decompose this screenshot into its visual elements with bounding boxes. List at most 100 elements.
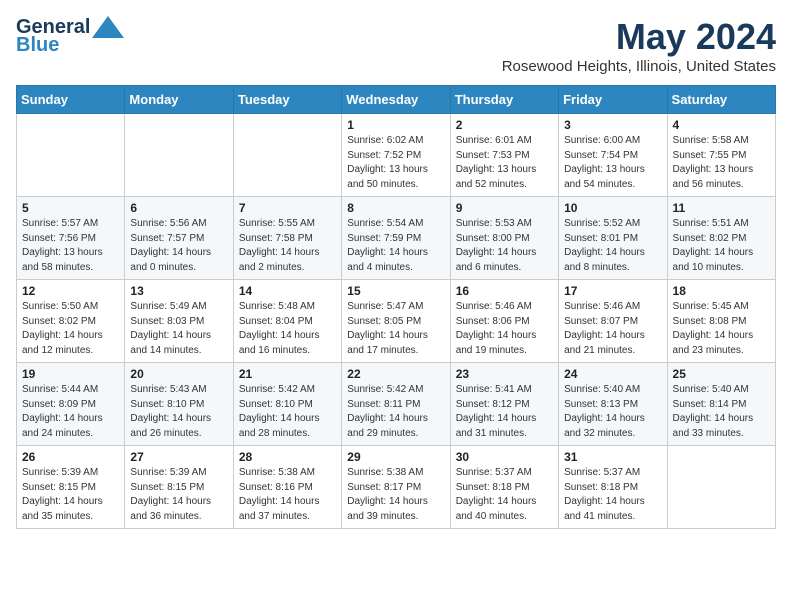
day-number: 8 xyxy=(347,201,444,215)
calendar-cell: 18Sunrise: 5:45 AMSunset: 8:08 PMDayligh… xyxy=(667,280,775,363)
calendar-week-row: 1Sunrise: 6:02 AMSunset: 7:52 PMDaylight… xyxy=(17,114,776,197)
calendar-cell: 15Sunrise: 5:47 AMSunset: 8:05 PMDayligh… xyxy=(342,280,450,363)
day-detail: Sunrise: 5:42 AMSunset: 8:11 PMDaylight:… xyxy=(347,383,444,441)
day-detail: Sunrise: 5:56 AMSunset: 7:57 PMDaylight:… xyxy=(130,217,227,275)
day-number: 22 xyxy=(347,367,444,381)
day-number: 17 xyxy=(564,284,661,298)
day-number: 11 xyxy=(673,201,770,215)
day-number: 26 xyxy=(22,450,119,464)
calendar-cell: 21 Sunrise: 5:42 AMSunset: 8:10 PMDayligh… xyxy=(233,363,341,446)
calendar-week-row: 5 Sunrise: 5:57 AMSunset: 7:56 PMDaylight… xyxy=(17,197,776,280)
day-number: 7 xyxy=(239,201,336,215)
page-subtitle: Rosewood Heights, Illinois, United State… xyxy=(502,58,776,75)
calendar-cell: 16 Sunrise: 5:46 AMSunset: 8:06 PMDayligh… xyxy=(450,280,558,363)
day-number: 2 xyxy=(456,118,553,132)
page-header: General Blue May 2024 Rosewood Heights, … xyxy=(16,16,776,75)
logo-blue: Blue xyxy=(16,34,59,57)
calendar-header-row: SundayMondayTuesdayWednesdayThursdayFrid… xyxy=(17,86,776,114)
calendar-header-saturday: Saturday xyxy=(667,86,775,114)
calendar-cell xyxy=(125,114,233,197)
calendar-cell: 23 Sunrise: 5:41 AMSunset: 8:12 PMDayligh… xyxy=(450,363,558,446)
day-number: 4 xyxy=(673,118,770,132)
day-detail: Sunrise: 5:58 AMSunset: 7:55 PMDaylight:… xyxy=(673,134,770,192)
day-detail: Sunrise: 5:39 AMSunset: 8:15 PMDaylight:… xyxy=(130,466,227,524)
day-number: 27 xyxy=(130,450,227,464)
day-detail: Sunrise: 5:41 AMSunset: 8:12 PMDaylight:… xyxy=(456,383,553,441)
day-number: 16 xyxy=(456,284,553,298)
day-detail: Sunrise: 5:38 AMSunset: 8:16 PMDaylight:… xyxy=(239,466,336,524)
calendar-cell: 4 Sunrise: 5:58 AMSunset: 7:55 PMDaylight… xyxy=(667,114,775,197)
calendar-cell: 24Sunrise: 5:40 AMSunset: 8:13 PMDayligh… xyxy=(559,363,667,446)
day-number: 25 xyxy=(673,367,770,381)
calendar-cell: 17 Sunrise: 5:46 AMSunset: 8:07 PMDayligh… xyxy=(559,280,667,363)
calendar-header-friday: Friday xyxy=(559,86,667,114)
day-number: 13 xyxy=(130,284,227,298)
calendar-cell: 27 Sunrise: 5:39 AMSunset: 8:15 PMDayligh… xyxy=(125,446,233,529)
calendar-cell: 13 Sunrise: 5:49 AMSunset: 8:03 PMDayligh… xyxy=(125,280,233,363)
day-detail: Sunrise: 5:40 AMSunset: 8:14 PMDaylight:… xyxy=(673,383,770,441)
calendar-cell: 20Sunrise: 5:43 AMSunset: 8:10 PMDayligh… xyxy=(125,363,233,446)
calendar-cell: 9 Sunrise: 5:53 AMSunset: 8:00 PMDaylight… xyxy=(450,197,558,280)
day-detail: Sunrise: 5:49 AMSunset: 8:03 PMDaylight:… xyxy=(130,300,227,358)
day-number: 30 xyxy=(456,450,553,464)
calendar-cell: 29 Sunrise: 5:38 AMSunset: 8:17 PMDayligh… xyxy=(342,446,450,529)
calendar-cell: 31Sunrise: 5:37 AMSunset: 8:18 PMDayligh… xyxy=(559,446,667,529)
calendar-week-row: 19 Sunrise: 5:44 AMSunset: 8:09 PMDayligh… xyxy=(17,363,776,446)
day-number: 21 xyxy=(239,367,336,381)
calendar-cell: 25 Sunrise: 5:40 AMSunset: 8:14 PMDayligh… xyxy=(667,363,775,446)
calendar-cell: 2Sunrise: 6:01 AMSunset: 7:53 PMDaylight… xyxy=(450,114,558,197)
day-detail: Sunrise: 5:37 AMSunset: 8:18 PMDaylight:… xyxy=(564,466,661,524)
page-title: May 2024 xyxy=(502,16,776,58)
day-detail: Sunrise: 5:44 AMSunset: 8:09 PMDaylight:… xyxy=(22,383,119,441)
day-number: 9 xyxy=(456,201,553,215)
day-detail: Sunrise: 5:50 AMSunset: 8:02 PMDaylight:… xyxy=(22,300,119,358)
calendar-cell: 11 Sunrise: 5:51 AMSunset: 8:02 PMDayligh… xyxy=(667,197,775,280)
day-detail: Sunrise: 5:57 AMSunset: 7:56 PMDaylight:… xyxy=(22,217,119,275)
day-detail: Sunrise: 5:53 AMSunset: 8:00 PMDaylight:… xyxy=(456,217,553,275)
calendar-cell: 1Sunrise: 6:02 AMSunset: 7:52 PMDaylight… xyxy=(342,114,450,197)
calendar-cell: 22 Sunrise: 5:42 AMSunset: 8:11 PMDayligh… xyxy=(342,363,450,446)
day-number: 14 xyxy=(239,284,336,298)
day-detail: Sunrise: 5:42 AMSunset: 8:10 PMDaylight:… xyxy=(239,383,336,441)
day-number: 29 xyxy=(347,450,444,464)
calendar-cell: 12Sunrise: 5:50 AMSunset: 8:02 PMDayligh… xyxy=(17,280,125,363)
day-detail: Sunrise: 5:48 AMSunset: 8:04 PMDaylight:… xyxy=(239,300,336,358)
day-detail: Sunrise: 6:00 AMSunset: 7:54 PMDaylight:… xyxy=(564,134,661,192)
calendar-cell xyxy=(233,114,341,197)
title-area: May 2024 Rosewood Heights, Illinois, Uni… xyxy=(502,16,776,75)
calendar-cell: 28Sunrise: 5:38 AMSunset: 8:16 PMDayligh… xyxy=(233,446,341,529)
calendar-header-monday: Monday xyxy=(125,86,233,114)
day-detail: Sunrise: 5:46 AMSunset: 8:06 PMDaylight:… xyxy=(456,300,553,358)
calendar-cell xyxy=(17,114,125,197)
calendar-header-wednesday: Wednesday xyxy=(342,86,450,114)
calendar-cell: 7 Sunrise: 5:55 AMSunset: 7:58 PMDaylight… xyxy=(233,197,341,280)
day-number: 10 xyxy=(564,201,661,215)
calendar-cell: 6 Sunrise: 5:56 AMSunset: 7:57 PMDaylight… xyxy=(125,197,233,280)
day-number: 24 xyxy=(564,367,661,381)
logo: General Blue xyxy=(16,16,124,57)
calendar-cell: 30Sunrise: 5:37 AMSunset: 8:18 PMDayligh… xyxy=(450,446,558,529)
day-number: 5 xyxy=(22,201,119,215)
day-number: 20 xyxy=(130,367,227,381)
calendar-header-thursday: Thursday xyxy=(450,86,558,114)
calendar-week-row: 12Sunrise: 5:50 AMSunset: 8:02 PMDayligh… xyxy=(17,280,776,363)
logo-icon xyxy=(92,16,124,38)
day-number: 18 xyxy=(673,284,770,298)
calendar-cell: 8 Sunrise: 5:54 AMSunset: 7:59 PMDaylight… xyxy=(342,197,450,280)
calendar-cell xyxy=(667,446,775,529)
day-detail: Sunrise: 5:46 AMSunset: 8:07 PMDaylight:… xyxy=(564,300,661,358)
calendar-cell: 10 Sunrise: 5:52 AMSunset: 8:01 PMDayligh… xyxy=(559,197,667,280)
calendar-cell: 19 Sunrise: 5:44 AMSunset: 8:09 PMDayligh… xyxy=(17,363,125,446)
day-detail: Sunrise: 5:55 AMSunset: 7:58 PMDaylight:… xyxy=(239,217,336,275)
day-number: 23 xyxy=(456,367,553,381)
calendar-header-tuesday: Tuesday xyxy=(233,86,341,114)
day-detail: Sunrise: 5:52 AMSunset: 8:01 PMDaylight:… xyxy=(564,217,661,275)
day-number: 19 xyxy=(22,367,119,381)
day-detail: Sunrise: 5:54 AMSunset: 7:59 PMDaylight:… xyxy=(347,217,444,275)
day-detail: Sunrise: 5:51 AMSunset: 8:02 PMDaylight:… xyxy=(673,217,770,275)
day-detail: Sunrise: 5:38 AMSunset: 8:17 PMDaylight:… xyxy=(347,466,444,524)
calendar-week-row: 26 Sunrise: 5:39 AMSunset: 8:15 PMDayligh… xyxy=(17,446,776,529)
calendar-cell: 3Sunrise: 6:00 AMSunset: 7:54 PMDaylight… xyxy=(559,114,667,197)
day-number: 6 xyxy=(130,201,227,215)
calendar-cell: 26Sunrise: 5:39 AMSunset: 8:15 PMDayligh… xyxy=(17,446,125,529)
